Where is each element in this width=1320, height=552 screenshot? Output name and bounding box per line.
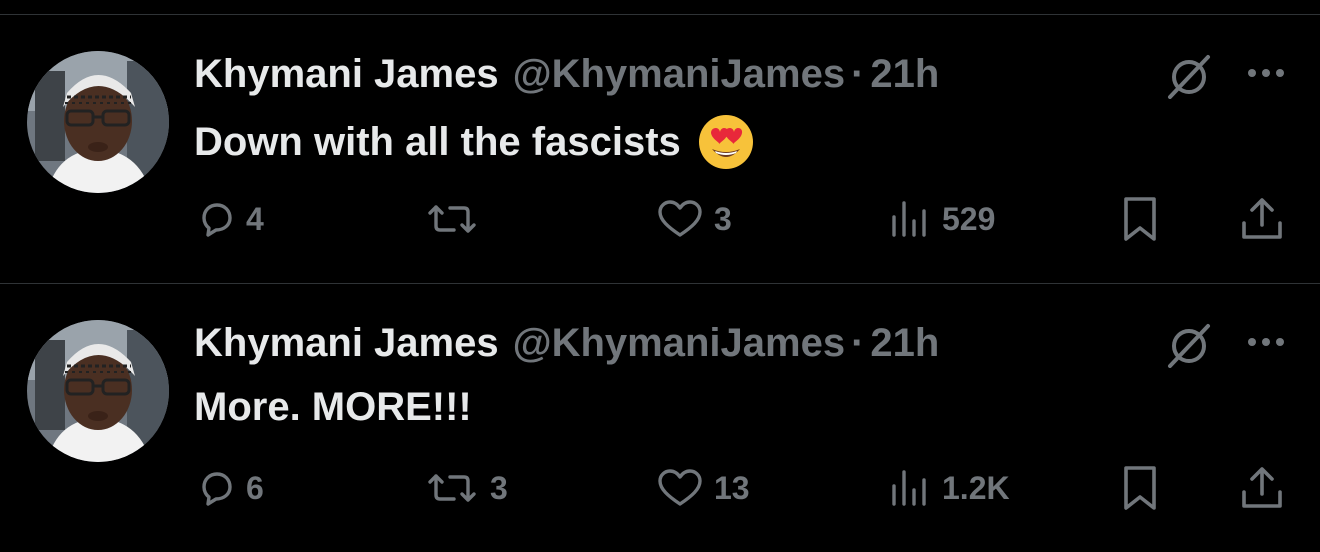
like-count: 13 xyxy=(714,469,750,506)
view-count: 1.2K xyxy=(942,469,1010,506)
view-count: 529 xyxy=(942,200,996,237)
share-button[interactable] xyxy=(1238,460,1286,516)
action-bar: 4 3 529 xyxy=(0,191,1320,247)
author-name[interactable]: Khymani James xyxy=(194,318,499,368)
tweet[interactable]: Khymani James @KhymaniJames · 21h More. … xyxy=(0,284,1320,552)
separator-dot: · xyxy=(851,321,865,365)
grok-icon[interactable] xyxy=(1166,53,1212,99)
retweet-button[interactable]: 3 xyxy=(424,460,508,516)
bookmark-button[interactable] xyxy=(1118,191,1162,247)
avatar[interactable] xyxy=(27,320,169,462)
retweet-button[interactable] xyxy=(424,191,490,247)
share-button[interactable] xyxy=(1238,191,1286,247)
tweet-header: Khymani James @KhymaniJames · 21h xyxy=(194,49,939,99)
tweet[interactable]: Khymani James @KhymaniJames · 21h Down w… xyxy=(0,15,1320,283)
tweet-text-container: More. MORE!!! xyxy=(194,382,472,432)
reply-button[interactable]: 6 xyxy=(196,460,264,516)
more-dots-icon[interactable] xyxy=(1244,59,1288,89)
reply-bubble-icon xyxy=(202,203,232,237)
tweet-text: Down with all the fascists xyxy=(194,120,681,164)
like-count: 3 xyxy=(714,200,732,237)
separator-dot: · xyxy=(851,52,865,96)
author-handle[interactable]: @KhymaniJames xyxy=(513,318,845,368)
like-button[interactable]: 13 xyxy=(656,460,750,516)
action-bar: 6 3 13 1.2K xyxy=(0,460,1320,516)
reply-count: 6 xyxy=(246,469,264,506)
views-button[interactable]: 529 xyxy=(888,191,995,247)
tweet-time[interactable]: 21h xyxy=(870,49,939,99)
views-bars-icon xyxy=(892,470,926,506)
tweet-text: More. MORE!!! xyxy=(194,385,472,429)
more-dots-icon[interactable] xyxy=(1244,328,1288,358)
share-upload-icon xyxy=(1242,198,1282,239)
heart-icon xyxy=(658,200,702,237)
views-button[interactable]: 1.2K xyxy=(888,460,1010,516)
reply-count: 4 xyxy=(246,200,264,237)
bookmark-icon xyxy=(1124,197,1156,241)
tweet-header: Khymani James @KhymaniJames · 21h xyxy=(194,318,939,368)
like-button[interactable]: 3 xyxy=(656,191,732,247)
share-upload-icon xyxy=(1242,467,1282,508)
tweet-text-container: Down with all the fascists xyxy=(194,113,755,171)
views-bars-icon xyxy=(892,201,926,237)
reply-button[interactable]: 4 xyxy=(196,191,264,247)
grok-icon[interactable] xyxy=(1166,322,1212,368)
heart-icon xyxy=(658,469,702,506)
retweet-arrows-icon xyxy=(428,474,476,502)
retweet-count: 3 xyxy=(490,469,508,506)
reply-bubble-icon xyxy=(202,472,232,506)
author-handle[interactable]: @KhymaniJames xyxy=(513,49,845,99)
bookmark-icon xyxy=(1124,466,1156,510)
retweet-arrows-icon xyxy=(428,205,476,233)
author-name[interactable]: Khymani James xyxy=(194,49,499,99)
bookmark-button[interactable] xyxy=(1118,460,1162,516)
avatar[interactable] xyxy=(27,51,169,193)
smiling-face-with-heart-eyes-icon xyxy=(697,113,755,171)
tweet-time[interactable]: 21h xyxy=(870,318,939,368)
